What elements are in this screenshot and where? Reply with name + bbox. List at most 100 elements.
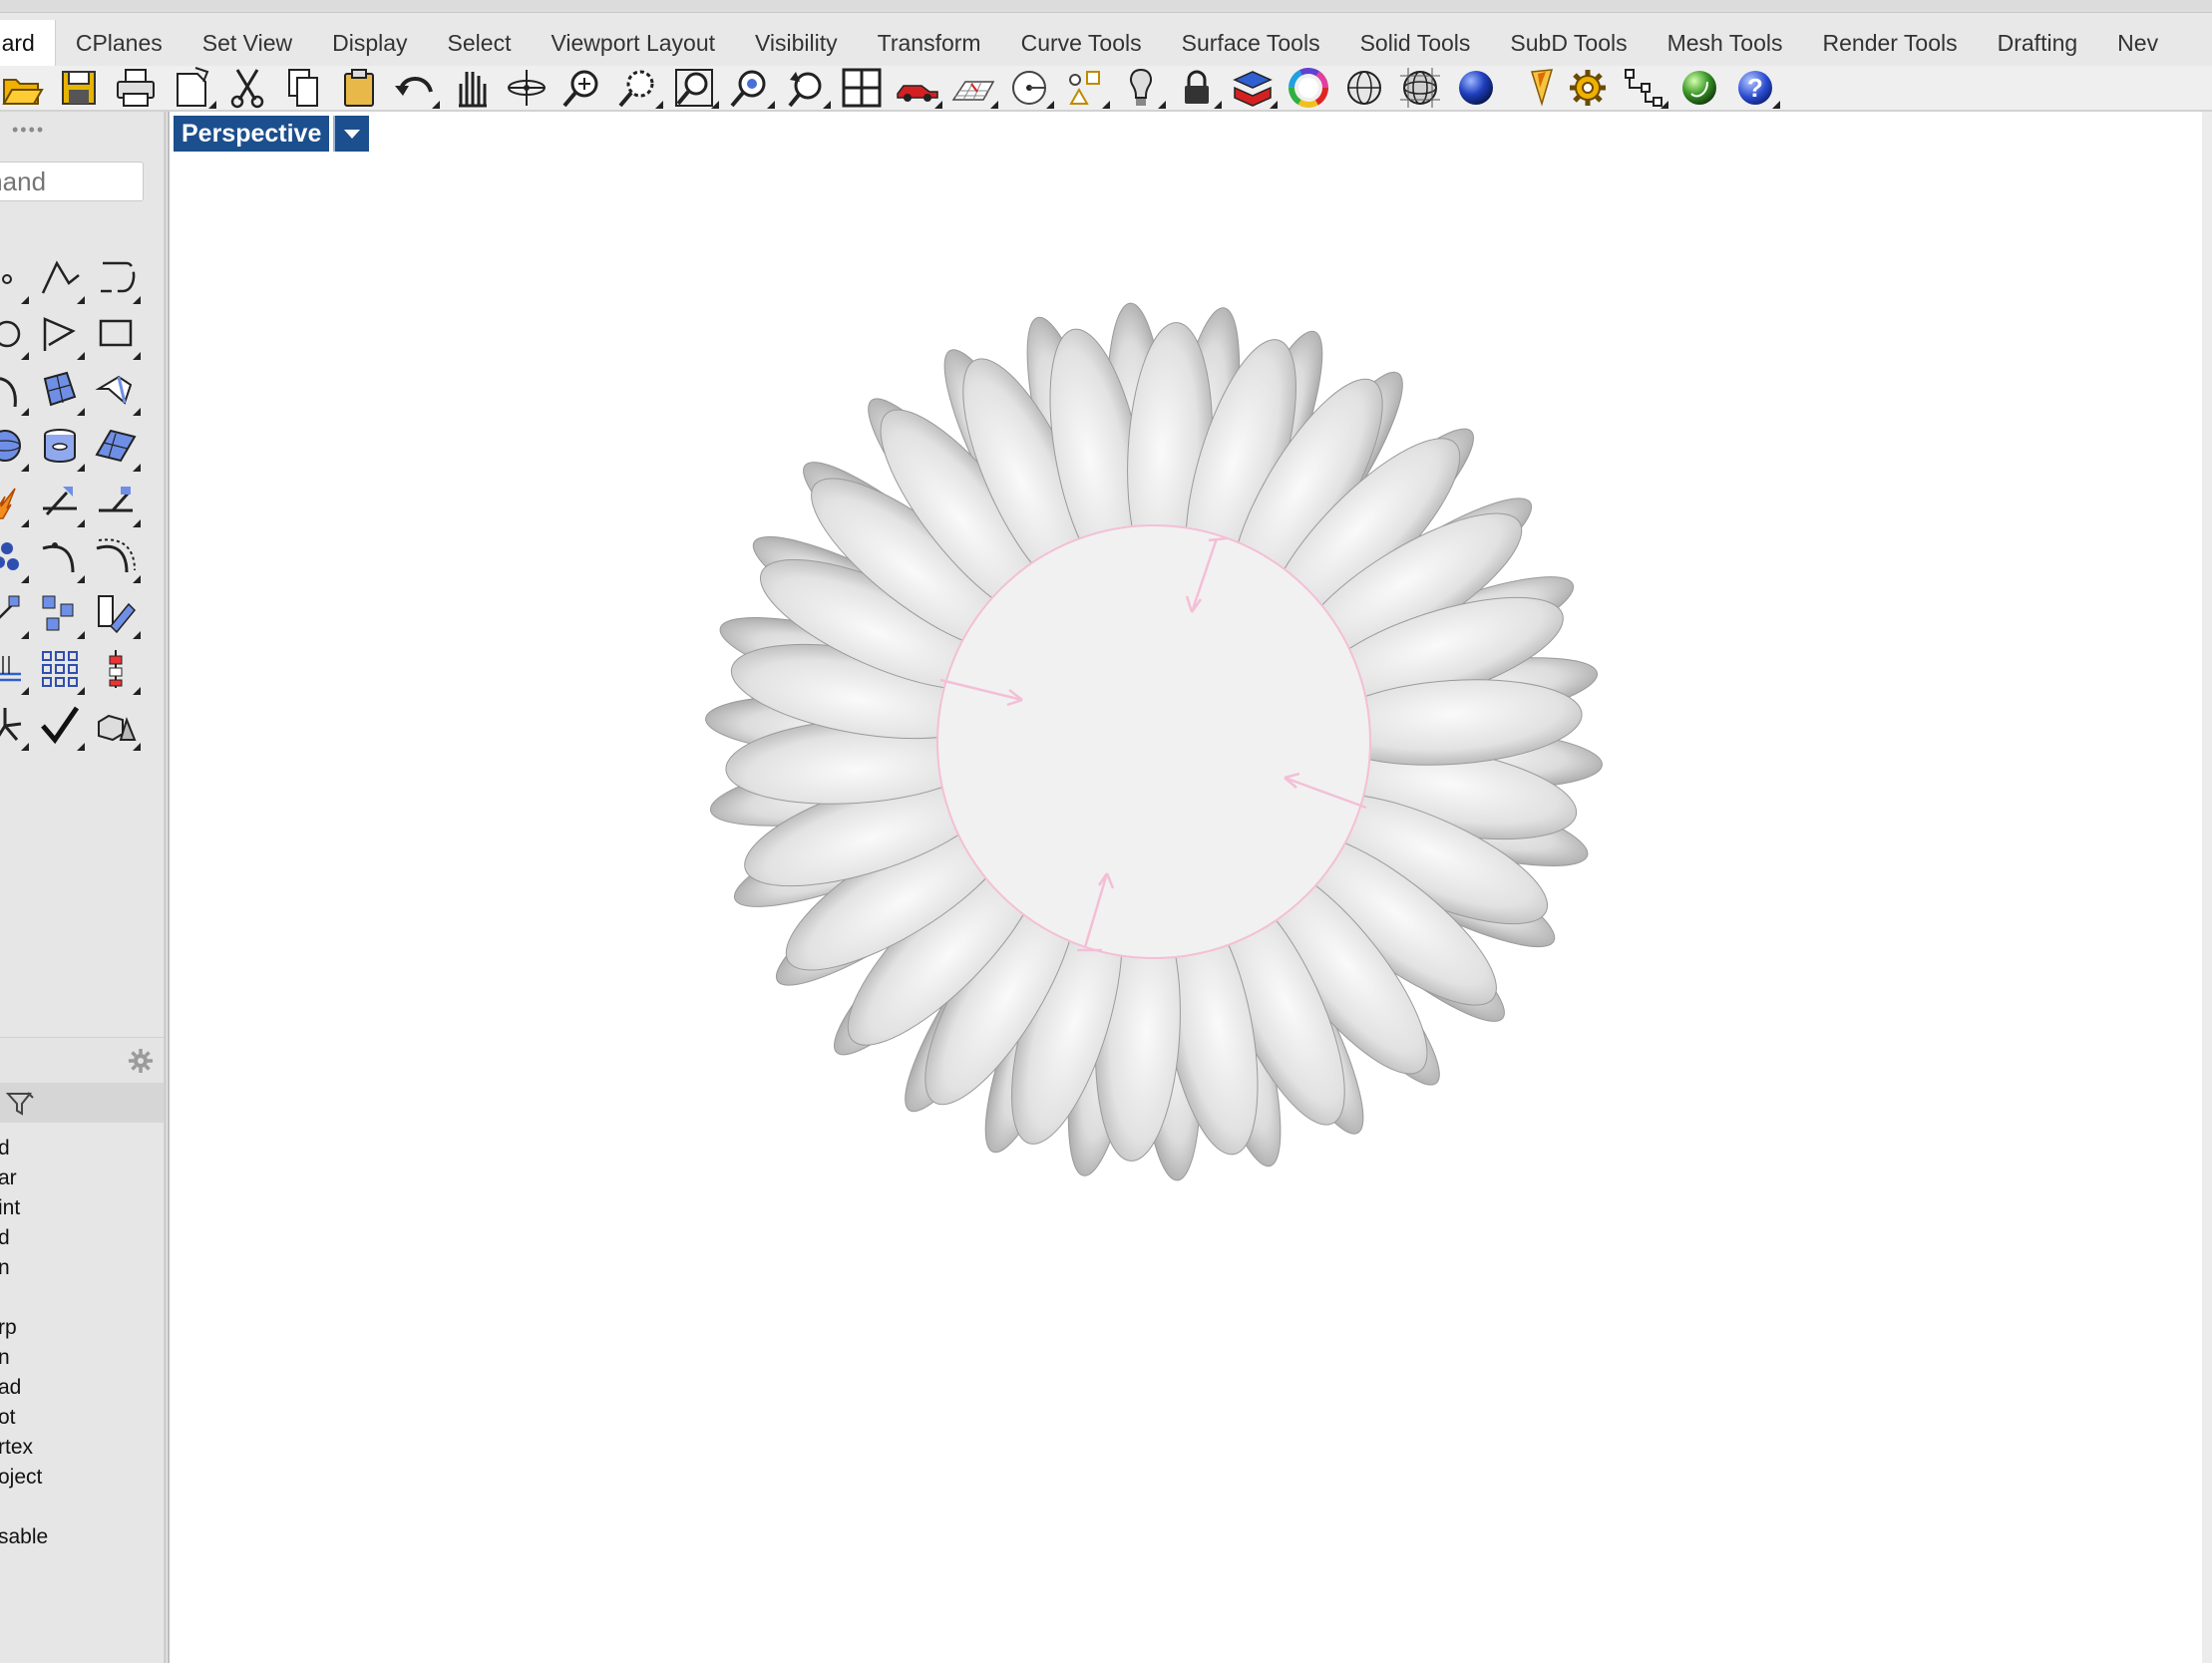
save-icon[interactable] [53, 68, 105, 108]
split-icon[interactable] [34, 477, 86, 527]
shapes-icon[interactable] [1059, 68, 1111, 109]
wireframe-sphere-icon[interactable] [1338, 68, 1390, 108]
edge-surface-icon[interactable] [90, 365, 142, 416]
color-wheel-icon[interactable] [1283, 68, 1334, 108]
point-icon[interactable] [0, 253, 30, 304]
solid-icon[interactable] [90, 700, 142, 751]
viewport-title[interactable]: Perspective [174, 116, 330, 152]
trim-icon[interactable] [90, 477, 142, 527]
flag-icon[interactable] [1514, 68, 1566, 108]
osnap-end[interactable]: d [0, 1137, 10, 1161]
lock-icon[interactable] [1171, 68, 1223, 109]
four-viewports-icon[interactable] [836, 68, 888, 108]
tab-subd-tools[interactable]: SubD Tools [1490, 20, 1647, 66]
help-icon[interactable]: ? [1729, 68, 1781, 109]
zoom-icon[interactable] [556, 68, 608, 108]
osnap-mid[interactable]: d [0, 1226, 10, 1250]
rectangle-icon[interactable] [90, 309, 142, 360]
print-icon[interactable] [110, 68, 162, 108]
edit-icon[interactable] [90, 588, 142, 639]
grid-icon[interactable] [947, 68, 999, 109]
fan-icon[interactable] [0, 700, 30, 751]
osnap-perp[interactable]: rp [0, 1316, 17, 1340]
group-icon[interactable] [0, 532, 30, 583]
light-bulb-icon[interactable] [1115, 68, 1167, 109]
cut-icon[interactable] [221, 68, 273, 109]
arc-polyline-icon[interactable] [34, 309, 86, 360]
check-icon[interactable] [34, 700, 86, 751]
ribbon-tab-bar: ndard CPlanes Set View Display Select Vi… [0, 0, 2212, 67]
car-icon[interactable] [892, 68, 943, 109]
settings-gear-icon[interactable] [128, 1048, 154, 1074]
rotate-view-icon[interactable] [501, 68, 553, 108]
polyline-icon[interactable] [34, 253, 86, 304]
tab-surface-tools[interactable]: Surface Tools [1162, 20, 1340, 66]
render-sphere-icon[interactable] [1673, 68, 1725, 108]
flower-model[interactable] [170, 112, 2202, 1663]
tab-transform[interactable]: Transform [858, 20, 1001, 66]
zoom-window-icon[interactable] [612, 68, 664, 109]
osnap-disable[interactable]: sable [0, 1525, 48, 1549]
copy-icon[interactable] [277, 68, 329, 108]
osnap-near[interactable]: ar [0, 1166, 17, 1190]
curve-icon[interactable] [90, 253, 142, 304]
fillet-icon[interactable] [34, 532, 86, 583]
arc-icon[interactable] [0, 365, 30, 416]
offset-icon[interactable] [90, 532, 142, 583]
tree-icon[interactable] [1618, 68, 1669, 109]
tab-display[interactable]: Display [312, 20, 427, 66]
center-disk[interactable] [936, 524, 1371, 959]
standard-toolbar: ? [0, 66, 2212, 112]
gumball-icon[interactable] [90, 644, 142, 695]
perspective-viewport[interactable]: Perspective [168, 112, 2204, 1663]
sphere-icon[interactable] [0, 421, 30, 472]
plane-surface-icon[interactable] [90, 421, 142, 472]
named-cplane-icon[interactable] [1003, 68, 1055, 109]
tab-new[interactable]: Nev [2097, 20, 2178, 66]
circle-icon[interactable] [0, 309, 30, 360]
import-icon[interactable] [166, 67, 217, 109]
tab-curve-tools[interactable]: Curve Tools [1001, 20, 1162, 66]
panel-grip[interactable]: •••• [12, 120, 45, 141]
tab-cplanes[interactable]: CPlanes [56, 20, 183, 66]
gear-icon[interactable] [1562, 68, 1614, 108]
tab-set-view[interactable]: Set View [183, 20, 312, 66]
grid-array-icon[interactable] [34, 644, 86, 695]
osnap-quad[interactable]: ad [0, 1376, 21, 1400]
move-icon[interactable] [0, 588, 30, 639]
osnap-panel-header [0, 1037, 164, 1084]
tab-drafting[interactable]: Drafting [1978, 20, 2098, 66]
osnap-knot[interactable]: ot [0, 1406, 16, 1430]
osnap-cen[interactable]: n [0, 1256, 10, 1280]
tab-select[interactable]: Select [428, 20, 532, 66]
array-icon[interactable] [34, 588, 86, 639]
tab-render-tools[interactable]: Render Tools [1803, 20, 1978, 66]
tab-visibility[interactable]: Visibility [735, 20, 858, 66]
osnap-point[interactable]: int [0, 1196, 20, 1220]
zoom-selected-icon[interactable] [724, 68, 776, 109]
tab-solid-tools[interactable]: Solid Tools [1340, 20, 1491, 66]
osnap-project[interactable]: oject [0, 1466, 42, 1490]
right-edge-strip [2202, 112, 2212, 1663]
layout-icon[interactable] [0, 644, 30, 695]
surface-icon[interactable] [34, 365, 86, 416]
pan-icon[interactable] [445, 68, 497, 108]
command-input[interactable] [0, 162, 144, 201]
tab-viewport-layout[interactable]: Viewport Layout [531, 20, 735, 66]
paste-icon[interactable] [333, 68, 385, 108]
undo-icon[interactable] [389, 68, 441, 109]
tab-standard[interactable]: ndard [0, 20, 56, 66]
boolean-icon[interactable] [0, 477, 30, 527]
filter-icon[interactable] [6, 1091, 34, 1117]
blue-sphere-icon[interactable] [1450, 68, 1502, 108]
osnap-vertex[interactable]: rtex [0, 1436, 33, 1460]
osnap-tan[interactable]: n [0, 1346, 10, 1370]
cylinder-icon[interactable] [34, 421, 86, 472]
tab-mesh-tools[interactable]: Mesh Tools [1648, 20, 1803, 66]
viewport-menu-dropdown[interactable] [333, 116, 369, 152]
mesh-sphere-icon[interactable] [1394, 68, 1446, 108]
undo-view-icon[interactable] [780, 68, 832, 109]
zoom-extents-icon[interactable] [668, 68, 720, 109]
layer-icon[interactable] [1227, 68, 1279, 109]
open-icon[interactable] [0, 68, 48, 108]
